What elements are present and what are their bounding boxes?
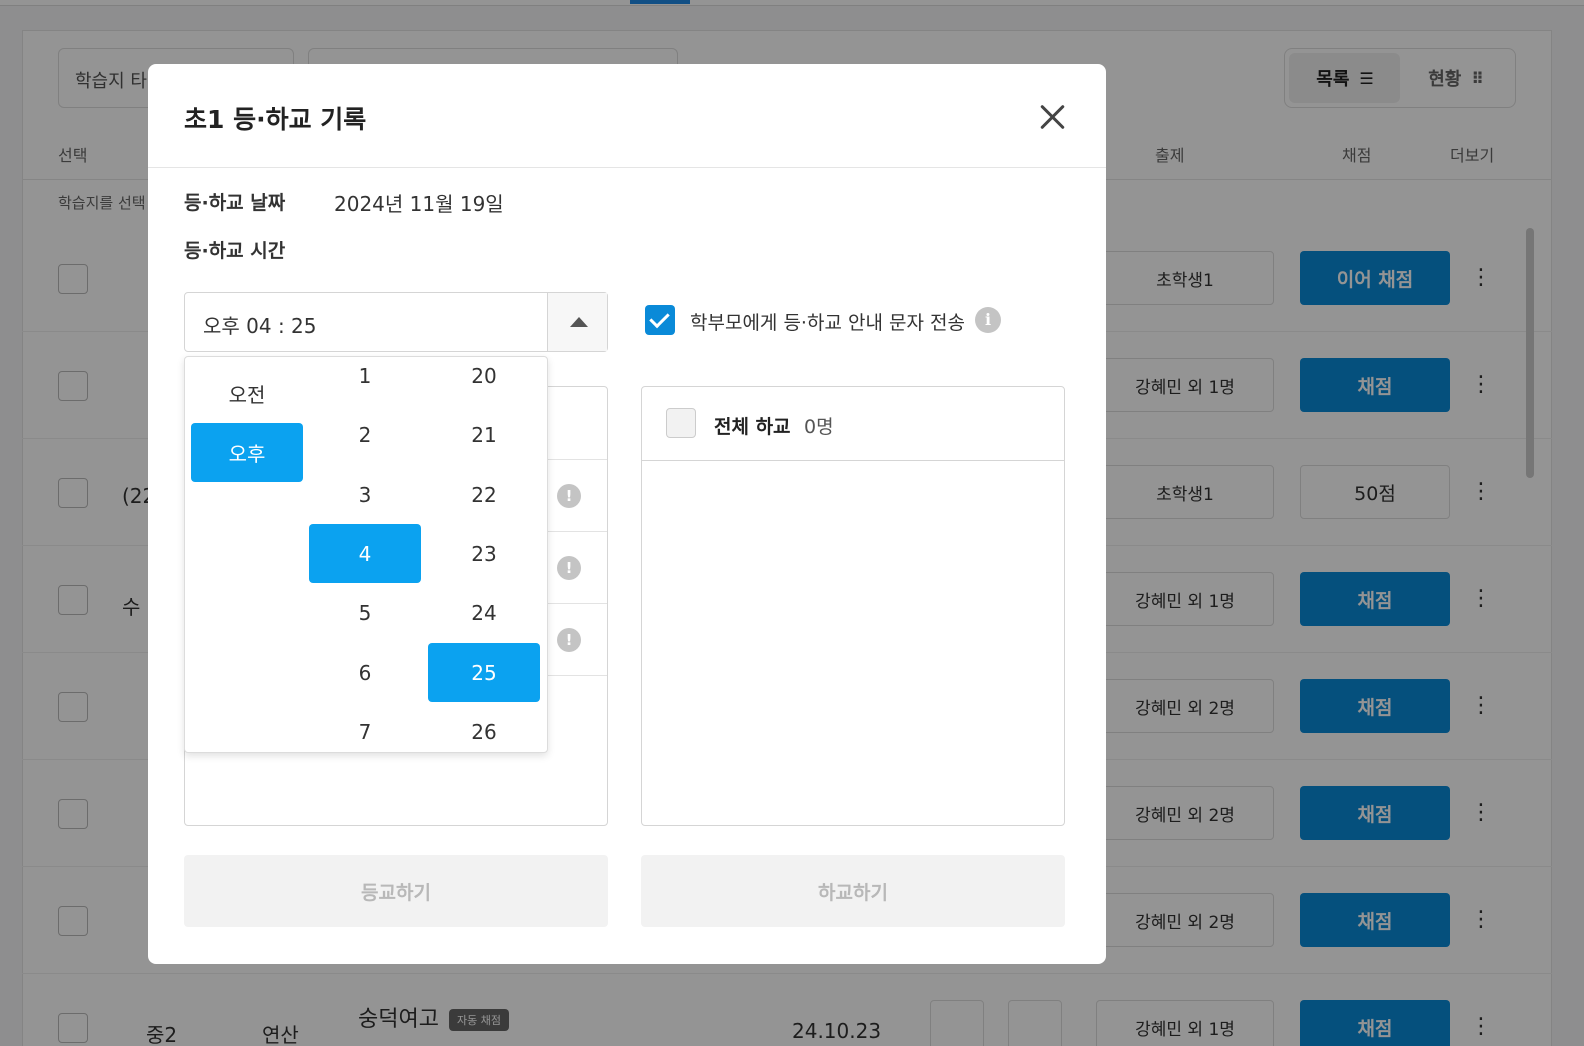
leave-button[interactable]: 하교하기 — [641, 855, 1065, 927]
hour-option[interactable]: 6 — [309, 643, 421, 702]
select-all-departure-checkbox[interactable] — [666, 408, 696, 438]
warning-icon: ! — [557, 484, 581, 508]
ampm-option[interactable]: 오전 — [191, 364, 303, 423]
minute-option[interactable]: 26 — [428, 702, 540, 752]
hour-option[interactable]: 4 — [309, 524, 421, 583]
date-label: 등·하교 날짜 — [184, 192, 286, 214]
departure-list-header: 전체 하교 0명 — [642, 387, 1064, 461]
modal-title: 초1 등·하교 기록 — [184, 105, 367, 134]
hour-option[interactable]: 5 — [309, 583, 421, 642]
time-select-toggle[interactable] — [547, 293, 607, 351]
hour-option[interactable]: 2 — [309, 405, 421, 464]
warning-icon: ! — [557, 556, 581, 580]
minute-option[interactable]: 21 — [428, 405, 540, 464]
minute-option[interactable]: 20 — [428, 357, 540, 405]
time-select-value: 오후 04 : 25 — [203, 314, 317, 338]
modal-header: 초1 등·하교 기록 — [148, 64, 1106, 168]
minute-option[interactable]: 24 — [428, 583, 540, 642]
sms-label[interactable]: 학부모에게 등·하교 안내 문자 전송 — [690, 308, 965, 335]
arrive-button[interactable]: 등교하기 — [184, 855, 608, 927]
hour-option[interactable]: 3 — [309, 465, 421, 524]
departure-count: 0명 — [804, 416, 834, 438]
warning-icon: ! — [557, 628, 581, 652]
close-icon[interactable] — [1036, 100, 1068, 132]
time-picker-dropdown: 오전 오후 1234567 20 21 22 23 24 25 26 — [184, 356, 548, 753]
sms-checkbox[interactable] — [645, 305, 675, 335]
departure-list-title: 전체 하교 — [714, 416, 791, 438]
minute-option[interactable]: 22 — [428, 465, 540, 524]
date-value: 2024년 11월 19일 — [334, 192, 504, 216]
minute-option[interactable]: 23 — [428, 524, 540, 583]
chevron-up-icon — [570, 317, 588, 327]
time-select[interactable]: 오후 04 : 25 — [184, 292, 608, 352]
attendance-modal: 초1 등·하교 기록 등·하교 날짜 2024년 11월 19일 등·하교 시간… — [148, 64, 1106, 964]
departure-student-list: 전체 하교 0명 — [641, 386, 1065, 826]
hour-option[interactable]: 1 — [309, 357, 421, 405]
ampm-option[interactable]: 오후 — [191, 423, 303, 482]
time-label: 등·하교 시간 — [184, 240, 286, 262]
hour-option[interactable]: 7 — [309, 702, 421, 752]
info-icon[interactable]: i — [975, 307, 1001, 333]
minute-option[interactable]: 25 — [428, 643, 540, 702]
